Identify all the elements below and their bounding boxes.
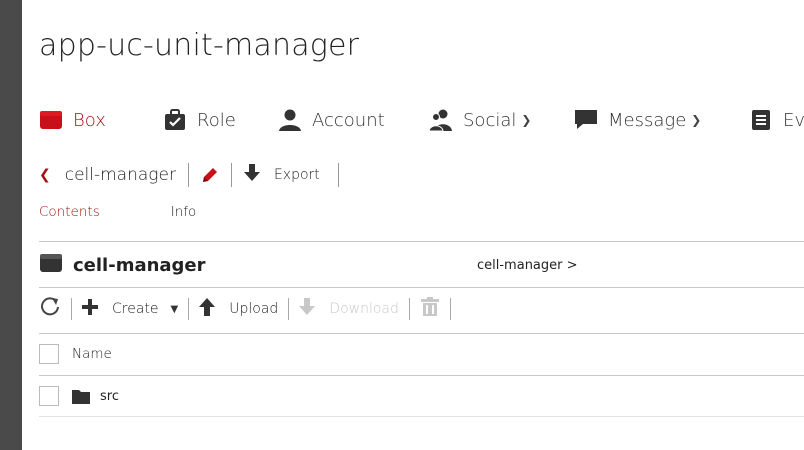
nav-item-event[interactable]: Eve (749, 100, 804, 140)
nav-item-box[interactable]: Box (39, 100, 106, 140)
left-sidebar-strip (0, 0, 22, 450)
tab-info[interactable]: Info (171, 204, 197, 220)
divider (39, 241, 804, 242)
create-label: Create (112, 301, 159, 317)
box-icon (39, 108, 63, 132)
divider (39, 416, 804, 417)
message-icon (574, 108, 598, 132)
nav-label-message: Message (608, 109, 687, 131)
event-icon (749, 108, 773, 132)
table-header: Name (39, 342, 112, 366)
plus-icon (82, 299, 98, 319)
caret-down-icon: ▼ (170, 303, 179, 315)
main-nav: Box Role Account Social ❯ Message ❯ Eve (39, 100, 804, 140)
row-checkbox[interactable] (39, 386, 59, 406)
delete-button[interactable] (420, 297, 440, 321)
download-label: Download (329, 301, 399, 317)
social-icon (429, 108, 453, 132)
file-toolbar: Create ▼ Upload Download (39, 296, 461, 322)
nav-item-account[interactable]: Account (278, 100, 385, 140)
back-chevron-icon[interactable]: ❮ (39, 167, 51, 183)
divider (39, 287, 804, 288)
box-name: cell-manager (73, 254, 206, 276)
trash-icon (420, 297, 440, 321)
refresh-button[interactable] (39, 296, 61, 322)
cell-toolbar: ❮ cell-manager Export (39, 162, 351, 188)
nav-label-account: Account (312, 109, 385, 131)
chevron-down-icon: ❯ (521, 113, 532, 127)
nav-label-social: Social (463, 109, 517, 131)
nav-item-message[interactable]: Message ❯ (574, 100, 701, 140)
box-header: cell-manager cell-manager > (39, 252, 804, 278)
cell-name-label: cell-manager (64, 165, 176, 185)
nav-label-box: Box (73, 109, 106, 131)
download-button[interactable]: Download (299, 298, 399, 320)
chevron-down-icon: ❯ (691, 113, 702, 127)
divider (408, 298, 410, 320)
download-arrow-icon (243, 164, 260, 186)
nav-item-social[interactable]: Social ❯ (429, 100, 531, 140)
nav-label-event: Eve (783, 109, 804, 131)
box-path-breadcrumb[interactable]: cell-manager > (477, 258, 578, 273)
table-row[interactable]: src (39, 384, 804, 408)
divider (39, 333, 804, 334)
export-button[interactable]: Export (243, 164, 320, 186)
file-name[interactable]: src (100, 389, 119, 404)
account-icon (278, 108, 302, 132)
upload-button[interactable]: Upload (199, 298, 278, 320)
create-button[interactable]: Create ▼ (82, 299, 178, 319)
select-all-checkbox[interactable] (39, 344, 59, 364)
folder-icon (72, 389, 90, 404)
divider (337, 163, 339, 187)
app-title: app-uc-unit-manager (39, 28, 360, 63)
upload-label: Upload (229, 301, 279, 317)
download-arrow-icon (299, 298, 316, 320)
divider (39, 375, 804, 376)
divider (288, 298, 290, 320)
content-tabs: Contents Info (39, 204, 196, 220)
box-icon (39, 252, 63, 278)
nav-label-role: Role (197, 109, 236, 131)
upload-arrow-icon (199, 298, 216, 320)
nav-item-role[interactable]: Role (163, 100, 236, 140)
divider (71, 298, 72, 320)
refresh-icon (39, 296, 61, 322)
tab-contents[interactable]: Contents (39, 204, 100, 220)
column-header-name[interactable]: Name (72, 346, 112, 362)
divider (449, 298, 451, 320)
role-icon (163, 108, 187, 132)
divider (230, 163, 232, 187)
divider (188, 298, 190, 320)
export-label: Export (273, 167, 320, 183)
edit-pencil-icon[interactable] (201, 166, 219, 184)
divider (187, 163, 189, 187)
